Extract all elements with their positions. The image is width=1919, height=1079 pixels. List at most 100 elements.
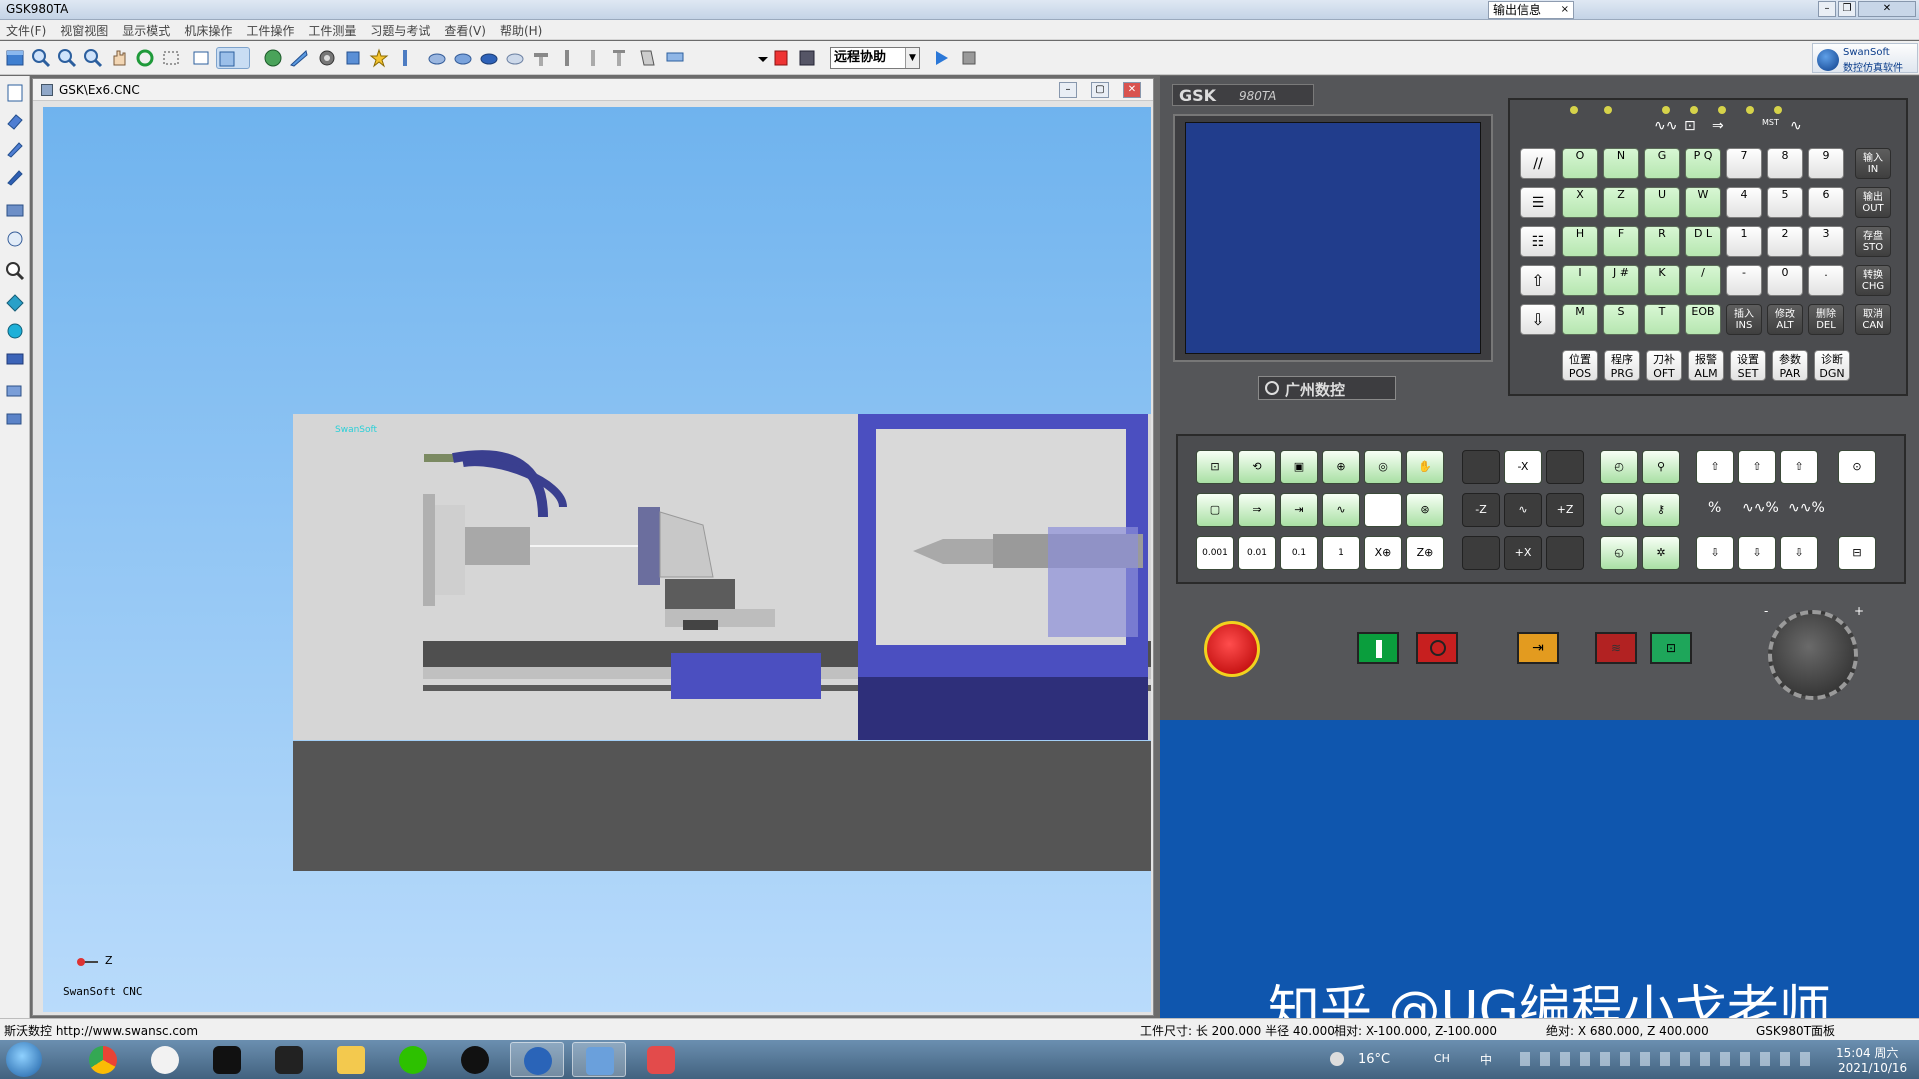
tool3-icon[interactable] (582, 47, 604, 69)
key-t[interactable]: T (1644, 304, 1680, 335)
key-par[interactable]: 参数 PAR (1772, 350, 1808, 381)
jog-blank-3[interactable] (1462, 536, 1500, 570)
jog-blank-1[interactable] (1462, 450, 1500, 484)
key-r[interactable]: R (1644, 226, 1680, 257)
key-output[interactable]: 输出 OUT (1855, 187, 1891, 218)
sphere-icon[interactable] (4, 320, 26, 342)
key-j[interactable]: J # (1603, 265, 1639, 296)
machine-icon[interactable] (4, 200, 26, 222)
key-oft[interactable]: 刀补 OFT (1646, 350, 1682, 381)
qq-app[interactable] (448, 1042, 502, 1077)
stop-icon[interactable] (958, 47, 980, 69)
zoom-in-icon[interactable] (30, 47, 52, 69)
handwheel-knob[interactable] (1768, 610, 1858, 700)
stock4-icon[interactable] (504, 47, 526, 69)
start-button[interactable] (6, 1042, 42, 1077)
menu-help[interactable]: 帮助(H) (494, 20, 550, 39)
key-dot[interactable]: . (1808, 265, 1844, 296)
zero-return-button[interactable]: ⊕ (1322, 450, 1360, 484)
close-button[interactable]: ✕ (1858, 1, 1916, 17)
wrench-icon[interactable] (394, 47, 416, 69)
jog-plus-z-button[interactable]: +Z (1546, 493, 1584, 527)
page-down-key[interactable]: ⇩ (1520, 304, 1556, 335)
key-x[interactable]: X (1562, 187, 1598, 218)
menu-machine[interactable]: 机床操作 (178, 20, 240, 39)
key-dl[interactable]: D L (1685, 226, 1721, 257)
key-6[interactable]: 6 (1808, 187, 1844, 218)
feed-down-3-button[interactable]: ⇩ (1780, 536, 1818, 570)
tool5-icon[interactable] (636, 47, 658, 69)
record-icon[interactable] (770, 47, 792, 69)
feed-up-2-button[interactable]: ⇧ (1738, 450, 1776, 484)
feed-down-2-button[interactable]: ⇩ (1738, 536, 1776, 570)
output-app[interactable] (572, 1042, 626, 1077)
zoom-fit-icon[interactable] (82, 47, 104, 69)
key-dgn[interactable]: 诊断 DGN (1814, 350, 1850, 381)
auto-mode-button[interactable]: ⟲ (1238, 450, 1276, 484)
restore-button[interactable]: ❐ (1838, 1, 1856, 17)
key-m[interactable]: M (1562, 304, 1598, 335)
magnifier-icon[interactable] (4, 260, 26, 282)
page-list-key[interactable]: ☰ (1520, 187, 1556, 218)
jog-rapid-button[interactable]: ∿ (1504, 493, 1542, 527)
window-icon[interactable] (190, 47, 212, 69)
probe-icon[interactable] (4, 228, 26, 250)
key-input[interactable]: 输入 IN (1855, 148, 1891, 179)
lube-button[interactable]: ⚷ (1642, 493, 1680, 527)
new-icon[interactable] (4, 82, 26, 104)
3d-viewport[interactable]: SwanSoft Z SwanSoft CNC (43, 107, 1153, 1012)
ime-mode[interactable]: 中 (1480, 1051, 1492, 1068)
single-block-button[interactable]: ▢ (1196, 493, 1234, 527)
key-3[interactable]: 3 (1808, 226, 1844, 257)
jog-blank-2[interactable] (1546, 450, 1584, 484)
remote-assist-select[interactable]: 远程协助 ▼ (830, 47, 920, 69)
select-box-icon[interactable] (160, 47, 182, 69)
clock-date[interactable]: 2021/10/16 (1838, 1061, 1907, 1075)
capcut-app[interactable] (200, 1042, 254, 1077)
menu-workpiece[interactable]: 工件操作 (240, 20, 302, 39)
coolant-button[interactable]: ⚲ (1642, 450, 1680, 484)
key-cancel[interactable]: 取消 CAN (1855, 304, 1891, 335)
wechat-app[interactable] (386, 1042, 440, 1077)
mst-lock-button[interactable]: ⇥ (1280, 493, 1318, 527)
globe-icon[interactable] (262, 47, 284, 69)
key-prg[interactable]: 程序 PRG (1604, 350, 1640, 381)
key-store[interactable]: 存盘 STO (1855, 226, 1891, 257)
dropdown-arrow-icon[interactable] (752, 48, 768, 70)
skip-button[interactable]: ⇒ (1238, 493, 1276, 527)
key-0[interactable]: 0 (1767, 265, 1803, 296)
key-delete[interactable]: 删除 DEL (1808, 304, 1844, 335)
key-h[interactable]: H (1562, 226, 1598, 257)
tool-icon[interactable] (530, 47, 552, 69)
cnc-minimize-button[interactable]: – (1059, 82, 1077, 98)
x-zero-button[interactable]: X⊕ (1364, 536, 1402, 570)
key-change[interactable]: 转换 CHG (1855, 265, 1891, 296)
dry-run-button[interactable]: ∿ (1322, 493, 1360, 527)
key-1[interactable]: 1 (1726, 226, 1762, 257)
tool2-icon[interactable] (556, 47, 578, 69)
cnc-maximize-button[interactable]: ▢ (1091, 82, 1109, 98)
jog-minus-z-button[interactable]: -Z (1462, 493, 1500, 527)
jog-minus-x-button[interactable]: -X (1504, 450, 1542, 484)
menu-view[interactable]: 视窗视图 (54, 20, 116, 39)
eraser-icon[interactable] (4, 110, 26, 132)
tool-change-icon[interactable] (4, 292, 26, 314)
key-set[interactable]: 设置 SET (1730, 350, 1766, 381)
key-pos[interactable]: 位置 POS (1562, 350, 1598, 381)
export-icon[interactable] (4, 380, 26, 402)
z-zero-button[interactable]: Z⊕ (1406, 536, 1444, 570)
pencil-icon[interactable] (4, 138, 26, 160)
key-5[interactable]: 5 (1767, 187, 1803, 218)
star-icon[interactable] (368, 47, 390, 69)
page-doc-key[interactable]: ☷ (1520, 226, 1556, 257)
emergency-stop-button[interactable] (1204, 621, 1260, 677)
tool-change-button[interactable]: ✲ (1642, 536, 1680, 570)
step-001-button[interactable]: 0.01 (1238, 536, 1276, 570)
key-n[interactable]: N (1603, 148, 1639, 179)
key-g[interactable]: G (1644, 148, 1680, 179)
measure-icon[interactable] (664, 47, 686, 69)
blank-white-button[interactable] (1364, 493, 1402, 527)
spindle-cw-button[interactable]: ◴ (1600, 450, 1638, 484)
cube-icon[interactable] (342, 47, 364, 69)
feed-down-1-button[interactable]: ⇩ (1696, 536, 1734, 570)
